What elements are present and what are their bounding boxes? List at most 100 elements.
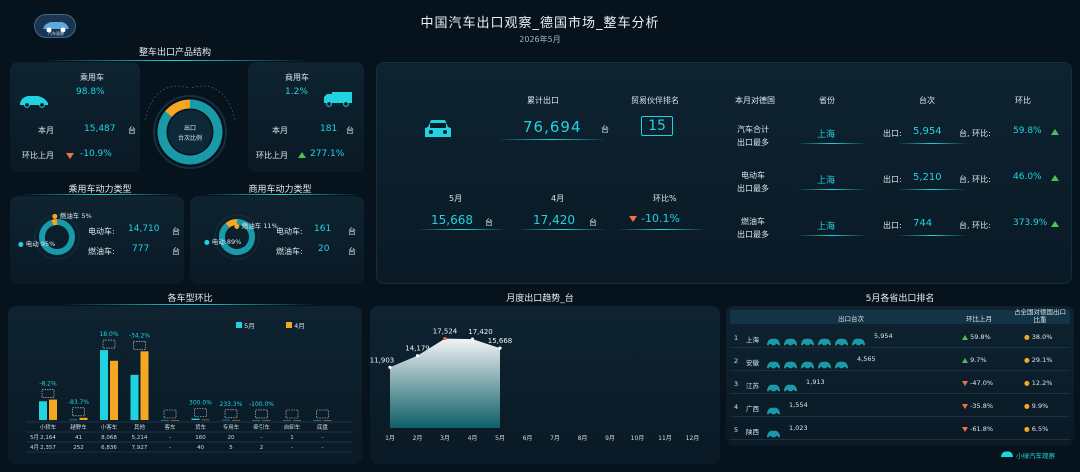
pt-col-mom: 环比	[1015, 96, 1031, 105]
rank-num: 4	[734, 403, 739, 411]
car-icon	[835, 361, 848, 370]
pct-label-3: -34.2%	[129, 332, 151, 339]
pt-row-label: 燃油车 出口最多	[737, 217, 769, 239]
trend-point-3	[470, 337, 475, 341]
cat-label-6: 专用车	[223, 423, 240, 431]
car-icon	[801, 338, 814, 347]
rank-label: 贸易伙伴排名	[631, 96, 679, 105]
may-cell-8: 1	[290, 435, 294, 441]
mom-bracket-1	[72, 407, 85, 417]
cat-label-8: 自卸车	[284, 423, 301, 431]
pt-col-header: 本月对德国	[735, 96, 775, 105]
may-unit: 台	[485, 218, 493, 227]
mom-value: -10.1%	[641, 212, 680, 225]
cp-unit-1: 台	[348, 227, 356, 236]
page-date: 2026年5月	[519, 35, 561, 44]
pct-label-0: -8.2%	[39, 381, 57, 388]
bar-apr-6	[232, 419, 240, 421]
apr-label: 4月	[551, 194, 565, 203]
structure-donut: 出口 台次比例	[144, 85, 236, 169]
cp-ev-value: 161	[314, 224, 332, 234]
commercial-share: 1.2%	[285, 87, 308, 97]
cat-label-2: 小客车	[101, 423, 118, 431]
pp-ev-label: 电动车:	[88, 227, 115, 236]
rank-mom: 59.8%	[962, 333, 991, 341]
rank-card: 出口台次 环比上月 占全国对德国出口比重 1 上海 5,954 59.8% ● …	[726, 306, 1074, 446]
trend-label-3: 17,420	[468, 328, 493, 336]
commercial-power-card: ● 燃油车 11% ● 电动 89% 电动车: 161 台 燃油车: 20 台	[190, 196, 364, 284]
mom-bracket-5	[194, 408, 207, 417]
truck-icon	[324, 92, 352, 107]
pct-label-2: 18.0%	[99, 331, 118, 338]
commercial-mom-value: 277.1%	[310, 149, 345, 159]
pt-row-export-label: 出口:	[883, 129, 902, 138]
pp-legend-ev: ● 电动 95%	[18, 240, 56, 248]
trend-card: 11,903 14,179 17,524 17,420 15,668 1月 2月 3月 4月 5月…	[370, 306, 720, 464]
apr-unit: 台	[589, 218, 597, 227]
car-icon	[767, 361, 780, 370]
mom-label: 环比%	[653, 194, 677, 203]
down-arrow-icon	[66, 153, 74, 159]
cat-label-5: 货车	[195, 423, 207, 431]
rank-share: ● 29.1%	[1024, 356, 1053, 364]
bar-may-4	[161, 420, 169, 421]
trend-label-2: 17,524	[433, 328, 458, 336]
pp-fuel-label: 燃油车:	[88, 247, 115, 256]
up-arrow-icon	[1051, 221, 1059, 227]
pt-row-unit-mom: 台, 环比:	[959, 221, 991, 230]
may-cell-4: -	[169, 435, 171, 441]
may-cell-3: 5,214	[132, 435, 148, 441]
pt-row-label: 汽车合计 出口最多	[737, 125, 769, 147]
structure-title: 整车出口产品结构	[138, 48, 211, 58]
bar-apr-1	[79, 417, 88, 420]
up-arrow-icon	[298, 152, 306, 158]
trend-x-label-1: 2月	[413, 435, 423, 442]
rank-mom: -61.8%	[962, 425, 993, 433]
trend-title: 月度出口趋势_台	[506, 294, 574, 304]
pct-label-6: 233.3%	[220, 401, 243, 408]
car-icon	[818, 338, 831, 347]
cp-fuel-value: 20	[318, 244, 330, 254]
trend-x-label-8: 9月	[605, 435, 615, 442]
trend-point-1	[415, 354, 420, 358]
apr-cell-9: -	[322, 445, 324, 451]
passenger-mom-value: -10.9%	[80, 149, 112, 159]
car-front-icon	[425, 120, 451, 137]
trend-x-label-3: 4月	[468, 435, 478, 442]
trend-x-label-10: 11月	[658, 435, 672, 442]
footer-brand: 小绿汽车观察	[1016, 452, 1055, 460]
pt-row-province: 上海	[817, 222, 836, 232]
bar-may-9	[313, 420, 322, 421]
pp-unit-2: 台	[172, 247, 180, 256]
pt-row-unit-mom: 台, 环比:	[959, 175, 991, 184]
apr-cell-5: 40	[197, 445, 204, 451]
bar-apr-9	[323, 420, 332, 421]
trend-x-label-7: 8月	[578, 435, 588, 442]
cp-legend-fuel: ● 燃油车 11%	[234, 222, 278, 230]
passenger-power-card: ● 燃油车 5% ● 电动 95% 电动车: 14,710 台 燃油车: 777…	[10, 196, 184, 284]
bar-apr-7	[262, 419, 271, 421]
rank-num: 2	[734, 357, 739, 365]
up-arrow-icon	[1051, 129, 1059, 135]
rank-mom: 9.7%	[962, 356, 987, 364]
car-icon	[784, 361, 797, 370]
pct-label-1: -83.7%	[68, 399, 90, 406]
apr-cell-4: -	[169, 445, 171, 451]
mom-bracket-7	[255, 409, 268, 419]
cp-legend-ev: ● 电动 89%	[204, 238, 242, 246]
apr-cell-8: -	[291, 445, 293, 451]
rank-num: 3	[734, 380, 739, 388]
rank-value: 4,565	[857, 355, 876, 363]
bar-apr-5	[201, 419, 210, 421]
row-label-may: 5月	[30, 434, 39, 441]
trend-label-1: 14,179	[405, 345, 430, 353]
mom-bracket-8	[285, 409, 299, 419]
trend-x-label-2: 3月	[440, 435, 450, 442]
bar-may-2	[100, 350, 108, 420]
cum-label: 累计出口	[527, 96, 559, 105]
apr-cell-7: 2	[260, 445, 264, 451]
rank-mom: -35.8%	[962, 402, 993, 410]
bar-may-7	[252, 420, 261, 421]
commercial-month-label: 本月	[272, 126, 288, 135]
passenger-month-label: 本月	[38, 126, 54, 135]
